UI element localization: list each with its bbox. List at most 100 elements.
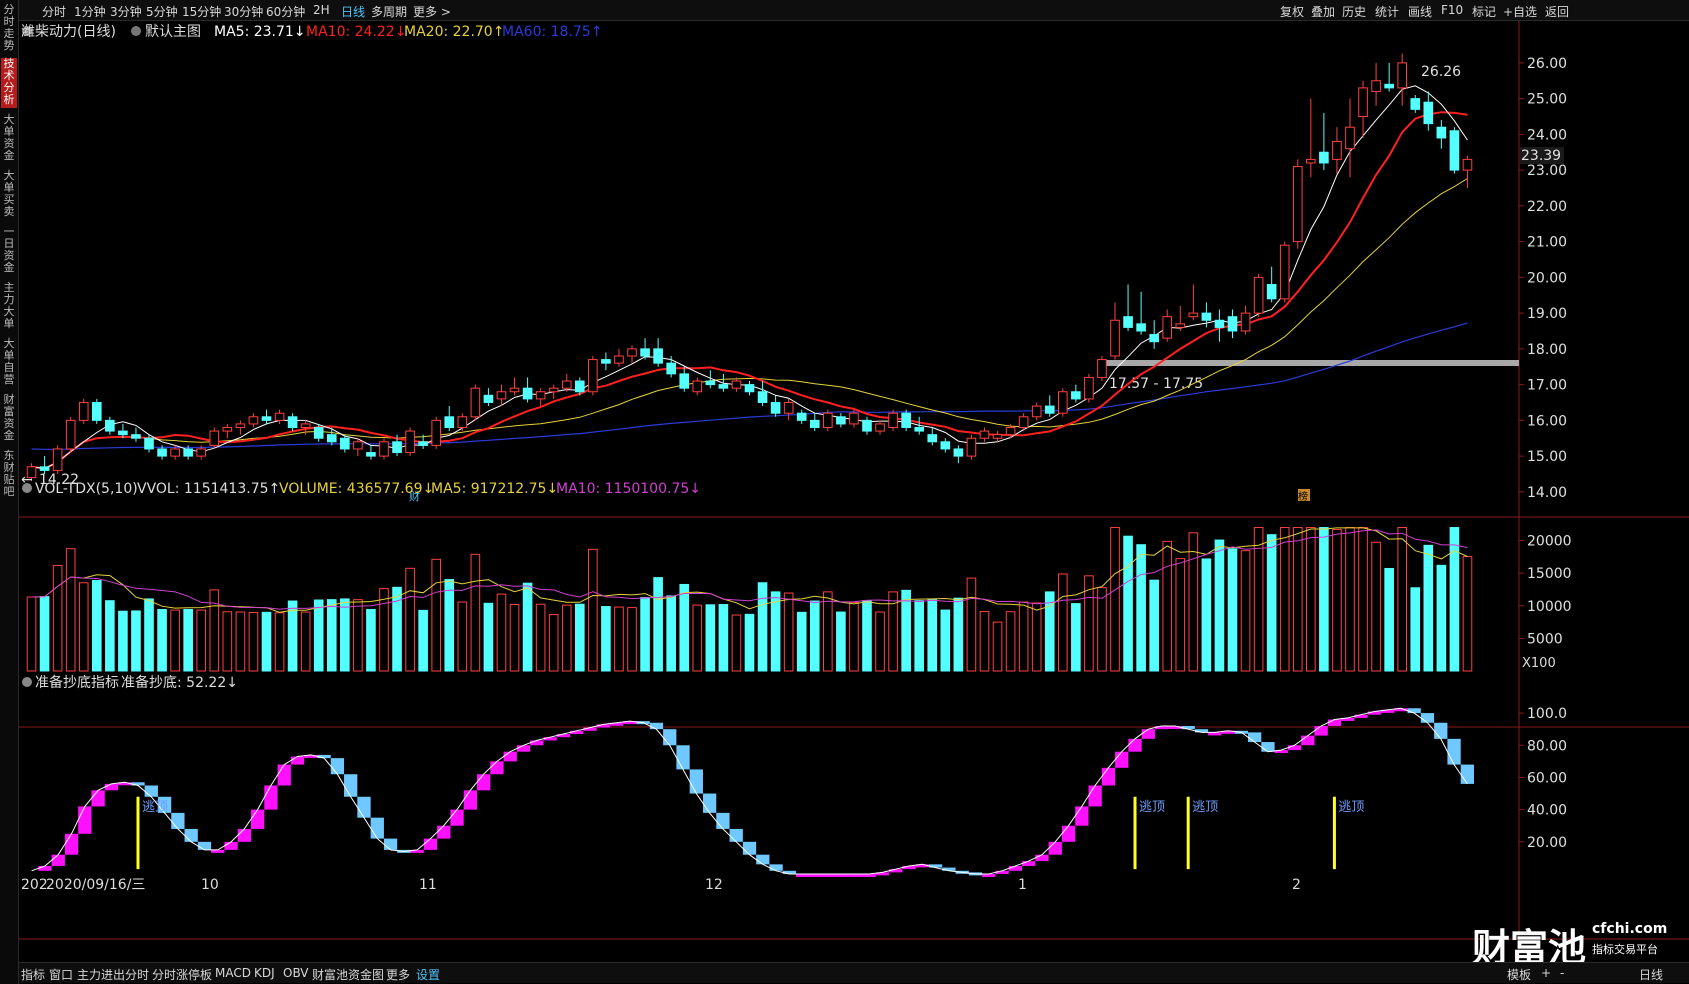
candle-body bbox=[1266, 284, 1277, 300]
tab-obv[interactable]: OBV bbox=[283, 966, 309, 980]
zoom-out-button[interactable]: - bbox=[1560, 966, 1564, 980]
volume-bar bbox=[1423, 544, 1434, 672]
ma-lines bbox=[31, 85, 1468, 470]
volume-bar bbox=[1149, 579, 1159, 672]
tab-main-flow[interactable]: 主力进出分时 bbox=[77, 966, 149, 983]
candle-body bbox=[601, 359, 611, 364]
candle-body bbox=[1188, 312, 1199, 318]
volume-bar bbox=[1227, 548, 1238, 672]
tab-more[interactable]: 更多 bbox=[386, 966, 410, 983]
volume-bar bbox=[875, 611, 885, 672]
volume-bar bbox=[927, 599, 938, 672]
volume-bar bbox=[118, 610, 128, 672]
price-tick-label: 19.00 bbox=[1527, 306, 1567, 322]
tab-limit-up[interactable]: 分时涨停板 bbox=[152, 966, 212, 983]
month-2: 2 bbox=[1292, 877, 1301, 893]
tab-settings[interactable]: 设置 bbox=[416, 966, 440, 983]
sidebar-item-day-fund[interactable]: 一日资金 bbox=[1, 226, 17, 276]
high-label: 26.26 bbox=[1421, 64, 1461, 80]
history-button[interactable]: 历史 bbox=[1342, 3, 1366, 20]
candle-body bbox=[1371, 80, 1381, 92]
candle-body bbox=[196, 448, 207, 457]
tab-1min[interactable]: 1分钟 bbox=[74, 3, 106, 20]
tab-kdj[interactable]: KDJ bbox=[254, 966, 275, 980]
back-button[interactable]: 返回 bbox=[1545, 3, 1569, 20]
tab-fenshi[interactable]: 分时 bbox=[42, 3, 66, 20]
fuquan-button[interactable]: 复权 bbox=[1280, 3, 1304, 20]
tab-60min[interactable]: 60分钟 bbox=[266, 3, 305, 20]
sidebar-item-tech-analysis[interactable]: 技术分析 bbox=[1, 58, 17, 108]
volume-tick-label: 5000 bbox=[1527, 631, 1563, 647]
tab-more[interactable]: 更多 > bbox=[413, 3, 451, 20]
volume-tick-label: 20000 bbox=[1527, 534, 1572, 550]
sidebar-item-main-big-order[interactable]: 主力大单 bbox=[1, 282, 17, 332]
candle-body bbox=[1201, 312, 1212, 321]
volume-bar bbox=[1031, 602, 1042, 672]
tab-15min[interactable]: 15分钟 bbox=[182, 3, 221, 20]
rank-marker[interactable]: 榜 bbox=[1298, 490, 1308, 503]
tab-macd[interactable]: MACD bbox=[215, 966, 251, 980]
sidebar-item-fenshi[interactable]: 分时走势 bbox=[1, 4, 17, 52]
indicator-step bbox=[38, 865, 52, 871]
price-tick-label: 24.00 bbox=[1527, 127, 1567, 143]
volume-bar bbox=[483, 602, 494, 672]
overlay-button[interactable]: 叠加 bbox=[1311, 3, 1335, 20]
candle-body bbox=[679, 373, 690, 389]
volume-bar bbox=[979, 610, 990, 672]
candle-body bbox=[1306, 158, 1316, 164]
add-watchlist-button[interactable]: +自选 bbox=[1503, 3, 1537, 20]
candle-body bbox=[1227, 316, 1238, 332]
volume-bar bbox=[509, 604, 520, 672]
signal-label: 逃顶 bbox=[1192, 800, 1218, 815]
zoom-in-button[interactable]: + bbox=[1541, 966, 1551, 980]
f10-button[interactable]: F10 bbox=[1441, 3, 1463, 17]
tab-2h[interactable]: 2H bbox=[313, 3, 330, 17]
volume-bar bbox=[105, 600, 115, 672]
volume-bar bbox=[718, 604, 729, 672]
candle-body bbox=[1410, 98, 1421, 110]
candle-body bbox=[823, 412, 833, 429]
indicator-menu-icon[interactable] bbox=[22, 677, 32, 687]
volume-bar bbox=[1319, 527, 1329, 672]
candle-body bbox=[78, 401, 89, 421]
mark-button[interactable]: 标记 bbox=[1472, 3, 1496, 20]
sidebar-item-big-order-trade[interactable]: 大单买卖 bbox=[1, 170, 17, 220]
tab-30min[interactable]: 30分钟 bbox=[224, 3, 263, 20]
sidebar-item-forum[interactable]: 东财贴吧 bbox=[1, 450, 17, 500]
draw-line-button[interactable]: 画线 bbox=[1408, 3, 1432, 20]
volume-bar bbox=[757, 582, 768, 672]
template-name[interactable]: 默认主图 bbox=[145, 24, 201, 40]
candle-body bbox=[809, 419, 820, 429]
template-button[interactable]: 模板 bbox=[1507, 966, 1531, 983]
stock-chart[interactable]: 潍柴动力(日线) 默认主图 MA5: 23.71↓ MA10: 24.22↓ M… bbox=[19, 21, 1689, 961]
tab-fund-chart[interactable]: 财富池资金图 bbox=[312, 966, 384, 983]
tab-window[interactable]: 窗口 bbox=[49, 966, 73, 983]
indicator-step bbox=[1128, 738, 1142, 752]
candle-body bbox=[953, 448, 964, 457]
template-menu-icon[interactable] bbox=[131, 26, 141, 36]
indicator-step bbox=[1008, 865, 1023, 871]
volume-bar bbox=[966, 577, 977, 672]
indicator-step bbox=[197, 841, 212, 850]
tab-5min[interactable]: 5分钟 bbox=[146, 3, 178, 20]
month-11: 11 bbox=[419, 877, 437, 893]
period-button[interactable]: 日线 bbox=[1639, 966, 1663, 983]
volume-bar bbox=[353, 599, 363, 672]
sidebar-item-big-order-fund[interactable]: 大单资金 bbox=[1, 114, 17, 164]
tab-daily[interactable]: 日线 bbox=[341, 3, 365, 20]
volume-ma10-line bbox=[31, 529, 1468, 610]
tab-multi-period[interactable]: 多周期 bbox=[371, 3, 407, 20]
volume-menu-icon[interactable] bbox=[22, 483, 32, 493]
statistics-button[interactable]: 统计 bbox=[1375, 3, 1399, 20]
indicator-step bbox=[1101, 767, 1116, 786]
indicator-step bbox=[716, 812, 730, 829]
volume-bar bbox=[614, 606, 624, 672]
volume-bar bbox=[144, 598, 154, 672]
tab-indicator[interactable]: 指标 bbox=[21, 966, 45, 983]
candle-body bbox=[91, 401, 102, 421]
sidebar-item-big-order-self[interactable]: 大单自营 bbox=[1, 338, 17, 388]
sidebar-item-wealth-fund[interactable]: 财富资金 bbox=[1, 394, 17, 444]
signal-label: 逃顶 bbox=[142, 800, 168, 815]
tab-3min[interactable]: 3分钟 bbox=[110, 3, 142, 20]
indicator-step bbox=[676, 745, 690, 770]
